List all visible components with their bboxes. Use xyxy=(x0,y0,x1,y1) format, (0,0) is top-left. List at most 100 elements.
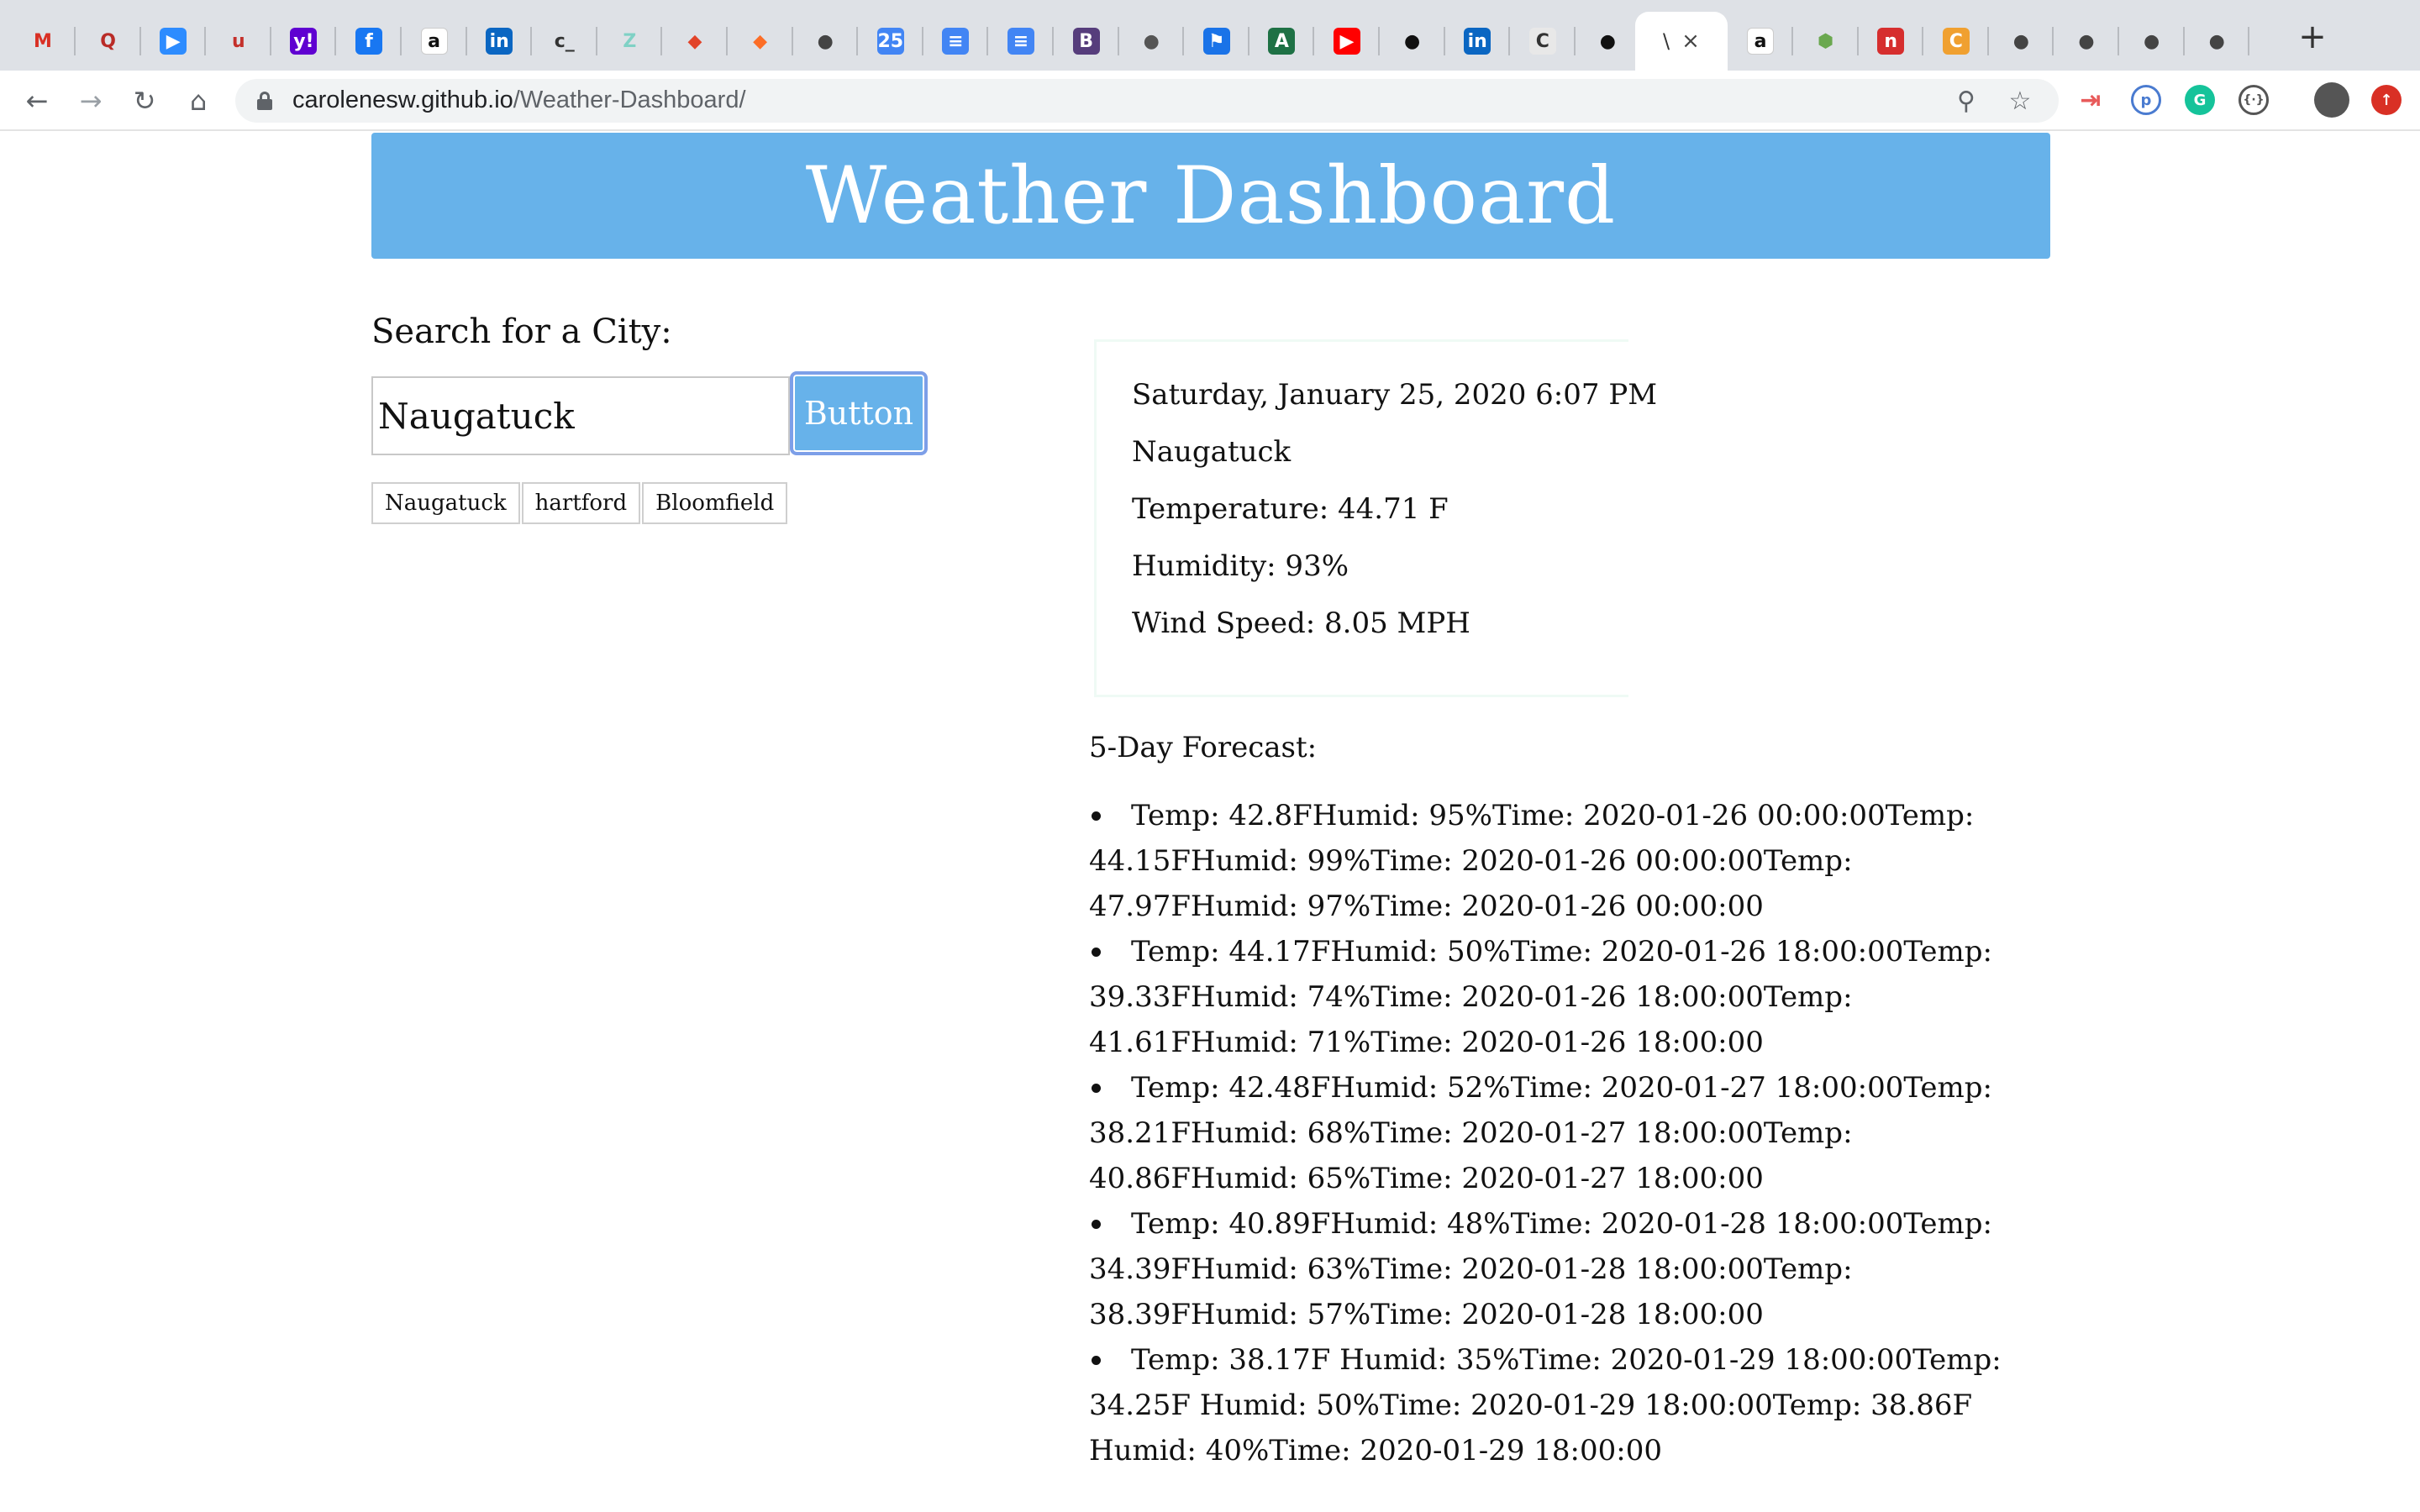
extension-icon[interactable]: p xyxy=(2131,85,2161,115)
browser-tab[interactable]: M xyxy=(10,12,76,71)
browser-tab[interactable]: ⬢ xyxy=(1793,12,1859,71)
forward-icon[interactable]: → xyxy=(74,84,108,118)
address-bar[interactable]: carolenesw.github.io/Weather-Dashboard/ … xyxy=(235,79,2059,123)
avatar[interactable] xyxy=(2314,82,2349,118)
current-temperature: Temperature: 44.71 F xyxy=(1132,492,1449,526)
url-text: carolenesw.github.io/Weather-Dashboard/ xyxy=(292,87,746,114)
browser-tab[interactable]: C xyxy=(1923,12,1989,71)
browser-tab[interactable]: ● xyxy=(1988,12,2054,71)
active-tab-title: \ xyxy=(1663,29,1670,53)
browser-tab[interactable]: ≡ xyxy=(988,12,1054,71)
reload-icon[interactable]: ↻ xyxy=(128,84,161,118)
browser-tab[interactable]: ▶ xyxy=(1314,12,1380,71)
back-icon[interactable]: ← xyxy=(20,84,54,118)
amazon-icon: a xyxy=(1747,28,1774,55)
close-icon[interactable]: × xyxy=(1681,29,1700,54)
browser-tab[interactable]: Q xyxy=(76,12,141,71)
extension-icon[interactable]: {·} xyxy=(2238,85,2269,115)
yahoo-icon: y! xyxy=(290,28,318,55)
globe-icon: ● xyxy=(2208,30,2225,52)
history-city-button[interactable]: Naugatuck xyxy=(371,482,520,524)
city-search-input[interactable] xyxy=(371,376,790,455)
browser-tab[interactable]: ● xyxy=(2054,12,2119,71)
browser-tab[interactable]: c_ xyxy=(532,12,597,71)
browser-tab[interactable]: B xyxy=(1054,12,1119,71)
zoom-icon[interactable]: ⚲ xyxy=(1951,86,1981,116)
browser-tab[interactable]: ● xyxy=(1575,12,1641,71)
browser-tab[interactable]: u xyxy=(206,12,271,71)
browser-tab[interactable]: C xyxy=(1510,12,1576,71)
forecast-list: Temp: 42.8FHumid: 95%Time: 2020-01-26 00… xyxy=(1089,793,2030,1473)
new-tab-button[interactable]: + xyxy=(2294,18,2331,56)
browser-tab[interactable]: ≡ xyxy=(923,12,989,71)
page-header: Weather Dashboard xyxy=(371,133,2050,259)
tab-strip: M Q ▶ u y! f a in c_ Z ◆ ◆ ● 25 ≡ ≡ B ● ⚑ A ▶ ● in C ● \ × a ⬢ n C ● ● ● ●… xyxy=(0,0,2420,71)
browser-tab[interactable]: ◆ xyxy=(728,12,793,71)
globe-icon: ● xyxy=(2143,30,2160,52)
tab-separator xyxy=(2248,27,2250,55)
browser-tab[interactable]: in xyxy=(466,12,533,71)
browser-tab[interactable]: f xyxy=(336,12,402,71)
zoom-icon: ▶ xyxy=(160,28,187,55)
browser-tab[interactable]: ● xyxy=(1380,12,1445,71)
browser-tab[interactable]: in xyxy=(1444,12,1511,71)
current-wind-speed: Wind Speed: 8.05 MPH xyxy=(1132,606,1470,640)
docs-icon: ≡ xyxy=(1007,28,1034,55)
gitlab-icon: ◆ xyxy=(753,30,768,52)
calendar-icon: 25 xyxy=(876,28,904,55)
history-city-button[interactable]: hartford xyxy=(521,482,641,524)
grammarly-icon[interactable]: G xyxy=(2185,85,2215,115)
globe-icon: ● xyxy=(2012,30,2029,52)
globe-icon: ● xyxy=(2078,30,2095,52)
browser-tab[interactable]: ◆ xyxy=(662,12,728,71)
zendesk-icon: Z xyxy=(623,30,637,52)
browser-tab[interactable]: 25 xyxy=(858,12,923,71)
browser-tab[interactable]: ● xyxy=(2184,12,2250,71)
current-datetime: Saturday, January 25, 2020 6:07 PM xyxy=(1132,378,1658,412)
udemy-icon: u xyxy=(231,30,245,52)
github-icon: ● xyxy=(1403,30,1421,52)
active-tab[interactable]: \ × xyxy=(1635,12,1728,71)
forecast-item: Temp: 38.17F Humid: 35%Time: 2020-01-29 … xyxy=(1089,1337,2030,1473)
gmail-icon: M xyxy=(34,30,52,52)
browser-tab[interactable]: ⚑ xyxy=(1184,12,1249,71)
page-title: Weather Dashboard xyxy=(805,150,1617,242)
bookmark-star-icon[interactable]: ☆ xyxy=(2005,86,2035,116)
browser-tab[interactable]: ● xyxy=(2119,12,2185,71)
browser-tab[interactable]: ▶ xyxy=(140,12,207,71)
current-city: Naugatuck xyxy=(1132,435,1292,469)
browser-tab[interactable]: y! xyxy=(271,12,337,71)
bootstrap-icon: B xyxy=(1072,28,1100,55)
home-icon[interactable]: ⌂ xyxy=(182,84,215,118)
extension-icon[interactable]: ⇥ xyxy=(2075,85,2106,115)
coin-icon: C xyxy=(1942,28,1970,55)
browser-tab[interactable]: ● xyxy=(1118,12,1185,71)
browser-tab[interactable]: a xyxy=(1728,12,1793,71)
search-button[interactable]: Button xyxy=(790,371,928,455)
search-label: Search for a City: xyxy=(371,312,672,351)
facebook-icon: f xyxy=(355,28,382,55)
update-icon[interactable]: ↑ xyxy=(2371,85,2402,115)
amazon-icon: a xyxy=(420,28,448,55)
browser-tab[interactable]: ● xyxy=(792,12,859,71)
nodejs-icon: ⬢ xyxy=(1817,30,1834,52)
browser-tab[interactable]: n xyxy=(1858,12,1924,71)
browser-tab[interactable]: Z xyxy=(597,12,663,71)
browser-tab[interactable]: A xyxy=(1249,12,1315,71)
lock-icon xyxy=(257,92,272,110)
current-humidity: Humidity: 93% xyxy=(1132,549,1349,583)
flag-icon: ⚑ xyxy=(1202,28,1230,55)
github-icon: ● xyxy=(1599,30,1616,52)
linkedin-icon: in xyxy=(486,28,513,55)
history-city-button[interactable]: Bloomfield xyxy=(642,482,788,524)
apple-icon: ● xyxy=(1143,30,1160,52)
docs-icon: ≡ xyxy=(942,28,970,55)
search-history: Naugatuck hartford Bloomfield xyxy=(371,482,789,524)
linkedin-icon: in xyxy=(1464,28,1491,55)
forecast-item: Temp: 42.48FHumid: 52%Time: 2020-01-27 1… xyxy=(1089,1065,2030,1201)
forecast-item: Temp: 42.8FHumid: 95%Time: 2020-01-26 00… xyxy=(1089,793,2030,929)
spreadsheet-icon: A xyxy=(1268,28,1296,55)
globe-icon: ● xyxy=(817,30,834,52)
url-host: carolenesw.github.io xyxy=(292,87,513,113)
browser-tab[interactable]: a xyxy=(402,12,467,71)
